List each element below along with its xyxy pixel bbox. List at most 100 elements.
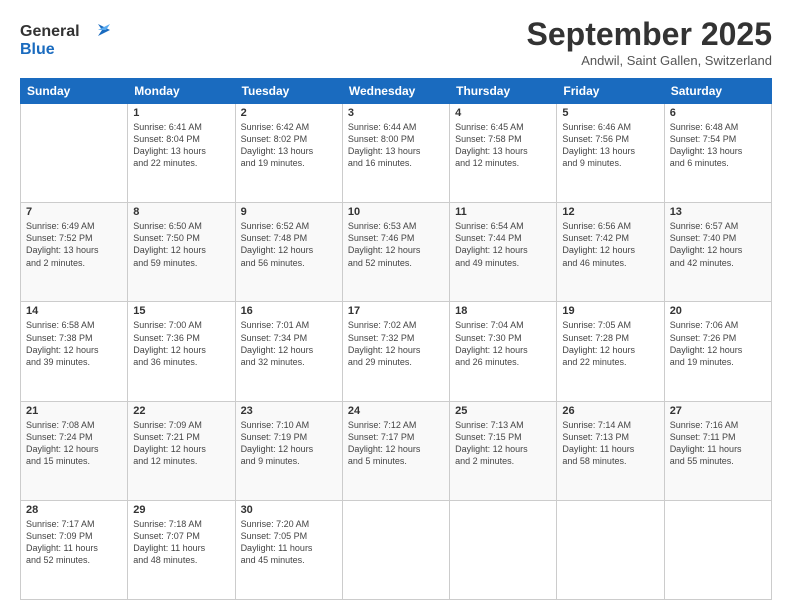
calendar-week-1: 1Sunrise: 6:41 AM Sunset: 8:04 PM Daylig… xyxy=(21,104,772,203)
day-number: 11 xyxy=(455,206,551,218)
col-saturday: Saturday xyxy=(664,79,771,104)
day-number: 17 xyxy=(348,305,444,317)
calendar-cell: 1Sunrise: 6:41 AM Sunset: 8:04 PM Daylig… xyxy=(128,104,235,203)
calendar-cell: 7 Sunrise: 6:49 AM Sunset: 7:52 PM Daylig… xyxy=(21,203,128,302)
calendar-header-row: Sunday Monday Tuesday Wednesday Thursday… xyxy=(21,79,772,104)
day-number: 2 xyxy=(241,107,337,119)
col-wednesday: Wednesday xyxy=(342,79,449,104)
day-content: Sunrise: 7:20 AM Sunset: 7:05 PM Dayligh… xyxy=(241,518,337,567)
svg-text:Blue: Blue xyxy=(20,41,55,58)
calendar-cell: 16 Sunrise: 7:01 AM Sunset: 7:34 PM Dayli… xyxy=(235,302,342,401)
calendar-cell: 17 Sunrise: 7:02 AM Sunset: 7:32 PM Dayli… xyxy=(342,302,449,401)
location: Andwil, Saint Gallen, Switzerland xyxy=(527,53,772,68)
day-number: 23 xyxy=(241,405,337,417)
calendar-cell: 24Sunrise: 7:12 AM Sunset: 7:17 PM Dayli… xyxy=(342,401,449,500)
calendar-cell: 19 Sunrise: 7:05 AM Sunset: 7:28 PM Dayli… xyxy=(557,302,664,401)
day-content: Sunrise: 6:58 AM Sunset: 7:38 PM Dayligh… xyxy=(26,319,122,368)
day-content: Sunrise: 6:52 AM Sunset: 7:48 PM Dayligh… xyxy=(241,220,337,269)
day-content: Sunrise: 6:53 AM Sunset: 7:46 PM Dayligh… xyxy=(348,220,444,269)
logo-text: General Blue xyxy=(20,16,110,65)
calendar-cell: 11 Sunrise: 6:54 AM Sunset: 7:44 PM Dayli… xyxy=(450,203,557,302)
col-monday: Monday xyxy=(128,79,235,104)
day-number: 21 xyxy=(26,405,122,417)
col-tuesday: Tuesday xyxy=(235,79,342,104)
day-content: Sunrise: 6:46 AM Sunset: 7:56 PM Dayligh… xyxy=(562,121,658,170)
day-number: 9 xyxy=(241,206,337,218)
calendar-cell: 4 Sunrise: 6:45 AM Sunset: 7:58 PM Daylig… xyxy=(450,104,557,203)
calendar-cell: 30 Sunrise: 7:20 AM Sunset: 7:05 PM Dayli… xyxy=(235,500,342,599)
calendar-cell: 5 Sunrise: 6:46 AM Sunset: 7:56 PM Daylig… xyxy=(557,104,664,203)
day-content: Sunrise: 7:00 AM Sunset: 7:36 PM Dayligh… xyxy=(133,319,229,368)
calendar-cell: 9 Sunrise: 6:52 AM Sunset: 7:48 PM Daylig… xyxy=(235,203,342,302)
day-content: Sunrise: 7:09 AM Sunset: 7:21 PM Dayligh… xyxy=(133,419,229,468)
day-content: Sunrise: 7:18 AM Sunset: 7:07 PM Dayligh… xyxy=(133,518,229,567)
page: General Blue September 2025 Andwil, Sain… xyxy=(0,0,792,612)
day-number: 26 xyxy=(562,405,658,417)
calendar-cell: 22Sunrise: 7:09 AM Sunset: 7:21 PM Dayli… xyxy=(128,401,235,500)
calendar-cell: 15 Sunrise: 7:00 AM Sunset: 7:36 PM Dayli… xyxy=(128,302,235,401)
calendar-week-3: 14 Sunrise: 6:58 AM Sunset: 7:38 PM Dayli… xyxy=(21,302,772,401)
calendar-cell: 18Sunrise: 7:04 AM Sunset: 7:30 PM Dayli… xyxy=(450,302,557,401)
calendar-cell: 26 Sunrise: 7:14 AM Sunset: 7:13 PM Dayli… xyxy=(557,401,664,500)
calendar-cell: 12Sunrise: 6:56 AM Sunset: 7:42 PM Dayli… xyxy=(557,203,664,302)
day-number: 4 xyxy=(455,107,551,119)
day-number: 20 xyxy=(670,305,766,317)
day-content: Sunrise: 6:49 AM Sunset: 7:52 PM Dayligh… xyxy=(26,220,122,269)
day-content: Sunrise: 7:10 AM Sunset: 7:19 PM Dayligh… xyxy=(241,419,337,468)
calendar-cell xyxy=(557,500,664,599)
day-number: 3 xyxy=(348,107,444,119)
calendar-cell: 23 Sunrise: 7:10 AM Sunset: 7:19 PM Dayli… xyxy=(235,401,342,500)
day-number: 28 xyxy=(26,504,122,516)
month-title: September 2025 xyxy=(527,16,772,53)
col-friday: Friday xyxy=(557,79,664,104)
calendar-cell: 27Sunrise: 7:16 AM Sunset: 7:11 PM Dayli… xyxy=(664,401,771,500)
day-content: Sunrise: 7:08 AM Sunset: 7:24 PM Dayligh… xyxy=(26,419,122,468)
calendar-cell: 21 Sunrise: 7:08 AM Sunset: 7:24 PM Dayli… xyxy=(21,401,128,500)
calendar-cell: 6 Sunrise: 6:48 AM Sunset: 7:54 PM Daylig… xyxy=(664,104,771,203)
day-number: 6 xyxy=(670,107,766,119)
day-content: Sunrise: 6:45 AM Sunset: 7:58 PM Dayligh… xyxy=(455,121,551,170)
col-thursday: Thursday xyxy=(450,79,557,104)
calendar-table: Sunday Monday Tuesday Wednesday Thursday… xyxy=(20,78,772,600)
day-content: Sunrise: 6:56 AM Sunset: 7:42 PM Dayligh… xyxy=(562,220,658,269)
day-number: 14 xyxy=(26,305,122,317)
calendar-cell: 28Sunrise: 7:17 AM Sunset: 7:09 PM Dayli… xyxy=(21,500,128,599)
day-content: Sunrise: 6:44 AM Sunset: 8:00 PM Dayligh… xyxy=(348,121,444,170)
calendar-cell: 14 Sunrise: 6:58 AM Sunset: 7:38 PM Dayli… xyxy=(21,302,128,401)
calendar-cell: 20 Sunrise: 7:06 AM Sunset: 7:26 PM Dayli… xyxy=(664,302,771,401)
calendar-week-4: 21 Sunrise: 7:08 AM Sunset: 7:24 PM Dayli… xyxy=(21,401,772,500)
day-content: Sunrise: 7:06 AM Sunset: 7:26 PM Dayligh… xyxy=(670,319,766,368)
day-number: 30 xyxy=(241,504,337,516)
day-content: Sunrise: 6:57 AM Sunset: 7:40 PM Dayligh… xyxy=(670,220,766,269)
calendar-cell xyxy=(664,500,771,599)
calendar-cell: 29 Sunrise: 7:18 AM Sunset: 7:07 PM Dayli… xyxy=(128,500,235,599)
svg-text:General: General xyxy=(20,23,80,40)
day-number: 1 xyxy=(133,107,229,119)
day-number: 16 xyxy=(241,305,337,317)
day-content: Sunrise: 7:13 AM Sunset: 7:15 PM Dayligh… xyxy=(455,419,551,468)
logo: General Blue xyxy=(20,16,110,65)
day-number: 10 xyxy=(348,206,444,218)
calendar-week-5: 28Sunrise: 7:17 AM Sunset: 7:09 PM Dayli… xyxy=(21,500,772,599)
day-number: 15 xyxy=(133,305,229,317)
day-number: 19 xyxy=(562,305,658,317)
calendar-cell: 13 Sunrise: 6:57 AM Sunset: 7:40 PM Dayli… xyxy=(664,203,771,302)
day-content: Sunrise: 7:02 AM Sunset: 7:32 PM Dayligh… xyxy=(348,319,444,368)
day-content: Sunrise: 7:05 AM Sunset: 7:28 PM Dayligh… xyxy=(562,319,658,368)
header: General Blue September 2025 Andwil, Sain… xyxy=(20,16,772,68)
day-content: Sunrise: 7:14 AM Sunset: 7:13 PM Dayligh… xyxy=(562,419,658,468)
day-number: 7 xyxy=(26,206,122,218)
calendar-cell: 25 Sunrise: 7:13 AM Sunset: 7:15 PM Dayli… xyxy=(450,401,557,500)
day-number: 13 xyxy=(670,206,766,218)
day-number: 29 xyxy=(133,504,229,516)
day-content: Sunrise: 7:16 AM Sunset: 7:11 PM Dayligh… xyxy=(670,419,766,468)
day-content: Sunrise: 6:54 AM Sunset: 7:44 PM Dayligh… xyxy=(455,220,551,269)
day-content: Sunrise: 7:01 AM Sunset: 7:34 PM Dayligh… xyxy=(241,319,337,368)
day-number: 25 xyxy=(455,405,551,417)
day-number: 8 xyxy=(133,206,229,218)
day-number: 5 xyxy=(562,107,658,119)
calendar-week-2: 7 Sunrise: 6:49 AM Sunset: 7:52 PM Daylig… xyxy=(21,203,772,302)
day-content: Sunrise: 6:48 AM Sunset: 7:54 PM Dayligh… xyxy=(670,121,766,170)
day-content: Sunrise: 7:12 AM Sunset: 7:17 PM Dayligh… xyxy=(348,419,444,468)
calendar-cell: 2Sunrise: 6:42 AM Sunset: 8:02 PM Daylig… xyxy=(235,104,342,203)
